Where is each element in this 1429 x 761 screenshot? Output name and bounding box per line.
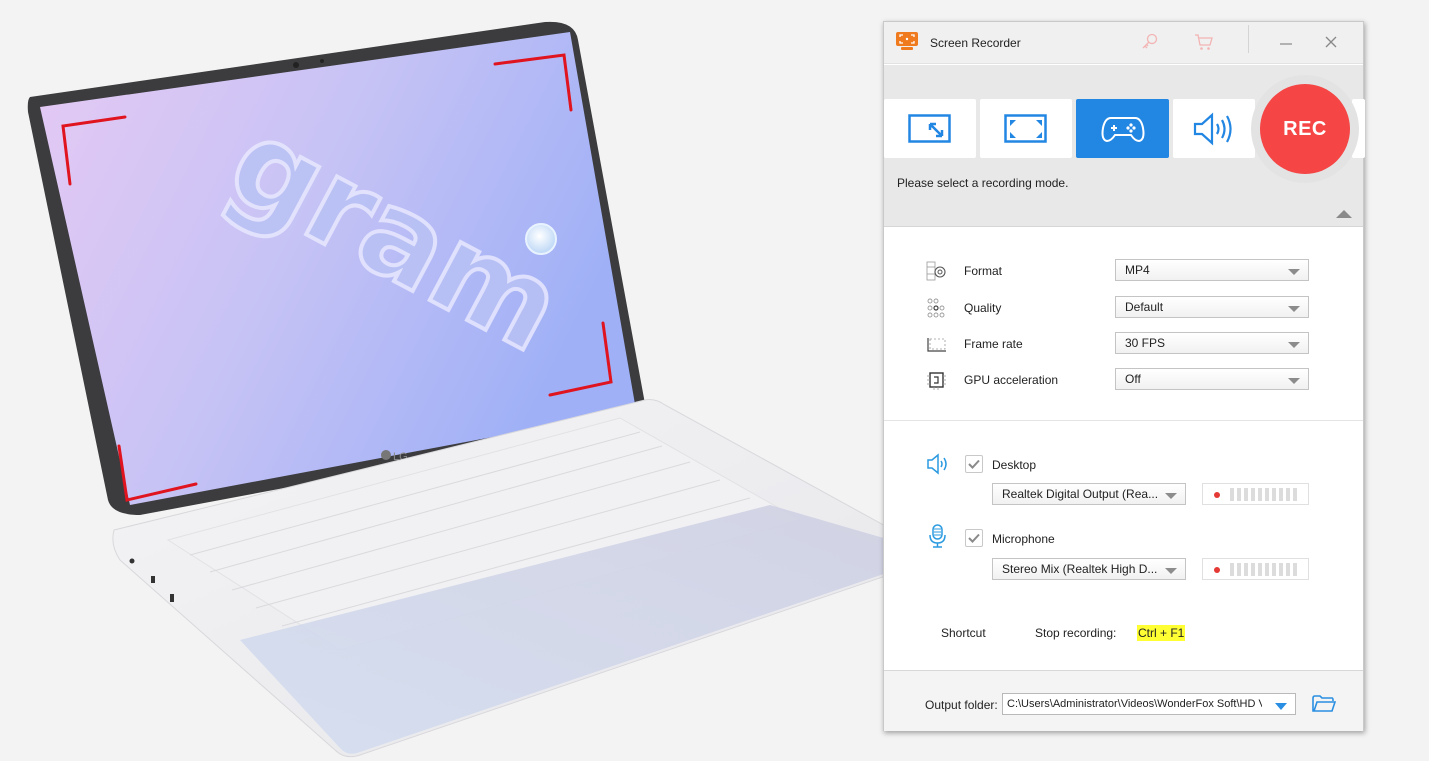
- microphone-label: Microphone: [992, 532, 1055, 546]
- format-select[interactable]: MP4: [1115, 259, 1309, 281]
- collapse-panel-button[interactable]: [1336, 210, 1352, 218]
- format-label: Format: [964, 264, 1003, 278]
- region-select-icon: [908, 113, 951, 143]
- gamepad-icon: [1101, 116, 1144, 142]
- frame-rate-icon: [927, 338, 946, 352]
- output-footer: Output folder: C:\Users\Administrator\Vi…: [884, 670, 1363, 731]
- chevron-down-icon: [1288, 342, 1300, 348]
- desktop-audio-label: Desktop: [992, 458, 1037, 472]
- mode-hint-text: Please select a recording mode.: [897, 176, 1069, 190]
- chevron-down-icon: [1165, 493, 1177, 499]
- frame-rate-label: Frame rate: [964, 337, 1023, 351]
- frame-rate-select[interactable]: 30 FPS: [1115, 332, 1309, 354]
- format-gear-icon: [926, 261, 946, 281]
- chevron-down-icon: [1288, 306, 1300, 312]
- cart-icon: [1195, 34, 1213, 50]
- microphone-icon: [929, 524, 946, 548]
- chevron-down-icon: [1288, 378, 1300, 384]
- recording-dot-icon: [1214, 567, 1220, 573]
- output-folder-label: Output folder:: [925, 698, 998, 712]
- output-folder-select[interactable]: C:\Users\Administrator\Videos\WonderFox …: [1002, 693, 1296, 715]
- rec-button[interactable]: REC: [1260, 84, 1350, 174]
- mode-audio-button[interactable]: [1173, 99, 1255, 158]
- gpu-chip-icon: [927, 372, 946, 390]
- section-divider: [884, 420, 1363, 421]
- register-key-button[interactable]: [1137, 30, 1163, 54]
- desktop-speaker-icon: [927, 453, 947, 475]
- desktop-device-value: Realtek Digital Output (Rea...: [1002, 487, 1159, 501]
- open-folder-icon[interactable]: [1312, 695, 1336, 713]
- frame-rate-value: 30 FPS: [1125, 336, 1166, 350]
- recording-mode-panel: REC Please select a recording mode.: [884, 65, 1365, 227]
- app-logo-icon: [896, 32, 918, 50]
- speaker-icon: [1193, 112, 1232, 145]
- stop-recording-label: Stop recording:: [1035, 626, 1117, 640]
- gpu-select[interactable]: Off: [1115, 368, 1309, 390]
- laptop-illustration: gram LG: [27, 21, 924, 758]
- stop-recording-hotkey: Ctrl + F1: [1137, 625, 1186, 641]
- desktop-volume-meter: [1202, 483, 1309, 505]
- key-icon: [1142, 33, 1158, 49]
- quality-label: Quality: [964, 301, 1002, 315]
- chevron-down-icon: [1275, 703, 1287, 710]
- desktop-audio-checkbox[interactable]: [965, 455, 983, 473]
- shortcut-label: Shortcut: [941, 626, 986, 640]
- output-folder-path: C:\Users\Administrator\Videos\WonderFox …: [1007, 698, 1262, 710]
- check-icon: [968, 533, 980, 543]
- microphone-checkbox[interactable]: [965, 529, 983, 547]
- mode-fullscreen-button[interactable]: [980, 99, 1072, 158]
- close-icon: [1325, 36, 1337, 48]
- microphone-volume-meter: [1202, 558, 1309, 580]
- level-bars: [1230, 488, 1297, 501]
- quality-select[interactable]: Default: [1115, 296, 1309, 318]
- chevron-down-icon: [1288, 269, 1300, 275]
- gpu-label: GPU acceleration: [964, 373, 1059, 387]
- recording-dot-icon: [1214, 492, 1220, 498]
- fullscreen-icon: [1004, 113, 1047, 143]
- check-icon: [968, 459, 980, 469]
- close-button[interactable]: [1318, 30, 1344, 54]
- format-value: MP4: [1125, 263, 1150, 277]
- minimize-icon: [1280, 43, 1292, 45]
- title-bar[interactable]: Screen Recorder: [884, 22, 1363, 64]
- chevron-down-icon: [1165, 568, 1177, 574]
- quality-dots-icon: [927, 298, 945, 318]
- gpu-value: Off: [1125, 372, 1141, 386]
- quality-value: Default: [1125, 300, 1164, 314]
- microphone-device-select[interactable]: Stereo Mix (Realtek High D...: [992, 558, 1186, 580]
- desktop-device-select[interactable]: Realtek Digital Output (Rea...: [992, 483, 1186, 505]
- mode-region-button[interactable]: [884, 99, 976, 158]
- screen-recorder-window: Screen Recorder REC Please select a reco…: [883, 21, 1365, 731]
- mode-game-button[interactable]: [1076, 99, 1169, 158]
- buy-cart-button[interactable]: [1191, 30, 1217, 54]
- level-bars: [1230, 563, 1297, 576]
- minimize-button[interactable]: [1273, 30, 1299, 54]
- window-title: Screen Recorder: [930, 36, 1021, 50]
- titlebar-divider: [1248, 25, 1249, 53]
- microphone-device-value: Stereo Mix (Realtek High D...: [1002, 562, 1158, 576]
